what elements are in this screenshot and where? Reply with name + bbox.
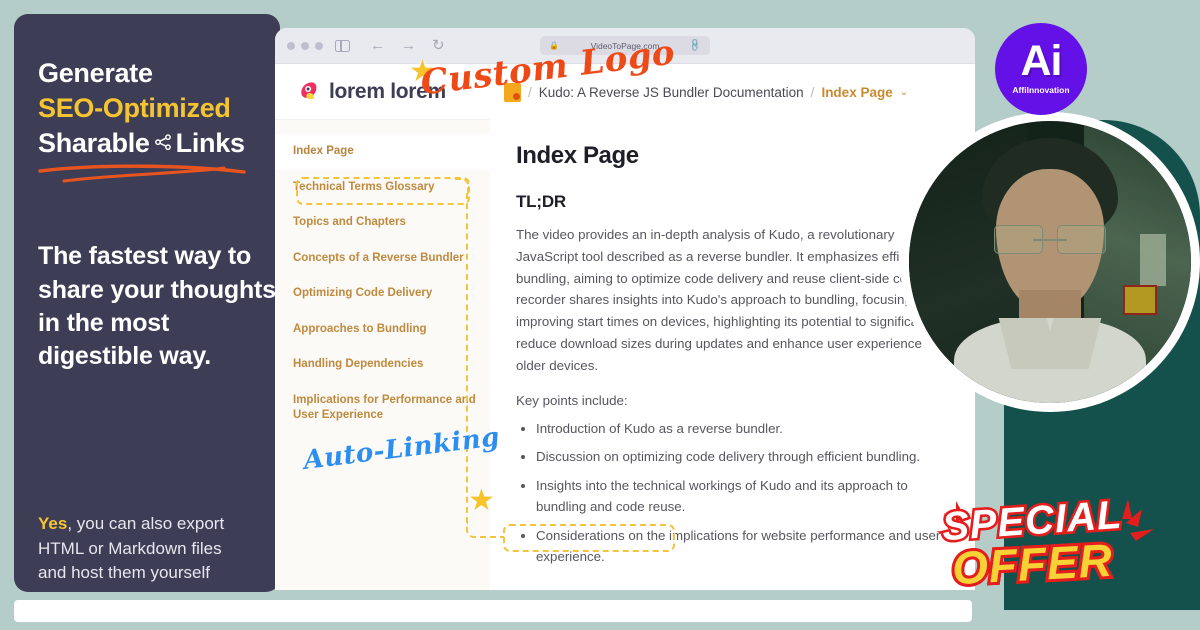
footnote-emphasis: Yes	[38, 514, 68, 533]
rocket-icon	[295, 79, 320, 104]
underline-scribble	[38, 162, 258, 183]
list-item: Discussion on optimizing code delivery t…	[536, 446, 955, 468]
headline-line-1: Generate	[38, 58, 153, 88]
share-link-icon[interactable]: 🔗	[688, 38, 704, 54]
bottom-strip	[14, 600, 972, 622]
special-offer-sticker: SPECIAL SPECIAL OFFER OFFER	[930, 490, 1160, 605]
list-item: Considerations on the implications for w…	[536, 525, 955, 568]
headline-line-3a: Sharable	[38, 128, 150, 159]
window-controls[interactable]	[287, 41, 323, 50]
sidebar-item-index-page[interactable]: Index Page	[275, 134, 490, 170]
headline-line-2: SEO-Optimized	[38, 93, 231, 124]
forward-icon[interactable]: →	[401, 38, 416, 53]
sidebar-item-topics-and-chapters[interactable]: Topics and Chapters	[275, 205, 490, 241]
breadcrumb-current[interactable]: Index Page	[821, 85, 892, 100]
brand-badge: Ai AffiInnovation	[995, 23, 1087, 115]
key-points-list: Introduction of Kudo as a reverse bundle…	[516, 418, 955, 568]
tldr-paragraph: The video provides an in-depth analysis …	[516, 227, 952, 373]
sub-headline: The fastest way to share your thoughts i…	[38, 242, 276, 371]
highlight-connector-line	[466, 193, 468, 523]
presenter-portrait-photo	[909, 121, 1191, 403]
headline: Generate SEO-Optimized Sharable Links	[38, 56, 280, 161]
doc-content: Index Page TL;DR The video provides an i…	[490, 120, 975, 590]
key-points-label: Key points include:	[516, 392, 628, 408]
brand-name: AffiInnovation	[1012, 84, 1070, 95]
list-item: Introduction of Kudo as a reverse bundle…	[536, 418, 955, 440]
doc-layout: Index Page Technical Terms Glossary Topi…	[275, 120, 975, 590]
browser-window: ← → ↻ 🔒 VideoToPage.com 🔗 lorem lorem / …	[275, 28, 975, 590]
reload-icon[interactable]: ↻	[432, 38, 445, 53]
quick-reference-heading: Quick Reference	[516, 588, 955, 590]
minimize-dot-icon[interactable]	[301, 41, 309, 50]
sidebar-item-handling-dependencies[interactable]: Handling Dependencies	[275, 347, 490, 383]
list-item: Insights into the technical workings of …	[536, 475, 955, 518]
breadcrumb-separator-2: /	[810, 84, 815, 100]
star-icon: ★	[468, 484, 495, 517]
back-icon[interactable]: ←	[370, 38, 385, 53]
highlight-connector-elbow-bottom	[466, 522, 504, 538]
page-title: Index Page	[516, 142, 639, 169]
footnote: Yes, you can also export HTML or Markdow…	[38, 512, 253, 586]
sidebar-toggle-icon[interactable]	[335, 39, 350, 52]
marketing-panel: Generate SEO-Optimized Sharable Links Th…	[14, 14, 280, 592]
headline-line-3b: Links	[175, 128, 245, 159]
maximize-dot-icon[interactable]	[315, 41, 323, 50]
sidebar-item-optimizing-code-delivery[interactable]: Optimizing Code Delivery	[275, 276, 490, 312]
offer-line-2: OFFER	[948, 531, 1117, 597]
sidebar-item-concepts-of-a-reverse-bundler[interactable]: Concepts of a Reverse Bundler	[275, 241, 490, 277]
chevron-down-icon[interactable]: ⌄	[900, 87, 908, 98]
tldr-heading: TL;DR	[516, 192, 566, 211]
promo-graphic: Generate SEO-Optimized Sharable Links Th…	[0, 0, 1200, 630]
close-dot-icon[interactable]	[287, 41, 295, 50]
avatar	[900, 112, 1200, 412]
brand-initials: Ai	[1020, 37, 1063, 86]
breadcrumb-root[interactable]: Kudo: A Reverse JS Bundler Documentation	[539, 85, 804, 100]
share-nodes-icon	[152, 127, 174, 150]
sidebar-item-approaches-to-bundling[interactable]: Approaches to Bundling	[275, 312, 490, 348]
